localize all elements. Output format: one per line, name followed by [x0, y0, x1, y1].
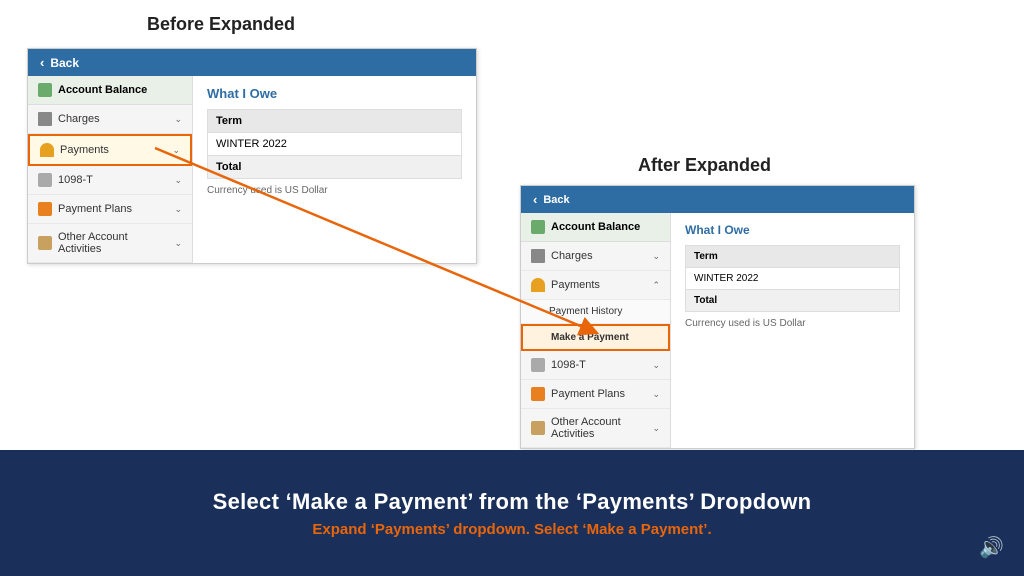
- plans-label: Payment Plans: [58, 203, 168, 215]
- chevron-down-icon-1098: ⌄: [174, 175, 182, 186]
- payments-icon-after: [531, 278, 545, 292]
- sidebar-item-charges-after[interactable]: Charges ⌄: [521, 242, 670, 271]
- sidebar-item-other-before[interactable]: Other Account Activities ⌄: [28, 224, 192, 263]
- account-balance-label: Account Balance: [58, 84, 147, 96]
- payments-label: Payments: [60, 144, 166, 156]
- what-i-owe-table-after: Term WINTER 2022 Total: [685, 245, 900, 312]
- what-i-owe-before: What I Owe: [207, 86, 462, 101]
- currency-note-after: Currency used is US Dollar: [685, 318, 900, 329]
- plans-icon: [38, 202, 52, 216]
- balance-icon-after: [531, 220, 545, 234]
- back-label-after: Back: [543, 194, 569, 206]
- bottom-title: Select ‘Make a Payment’ from the ‘Paymen…: [213, 489, 812, 515]
- chevron-down-icon-charges-after: ⌄: [652, 251, 660, 262]
- total-label: Total: [208, 156, 462, 179]
- term-header: Term: [208, 110, 462, 133]
- other-label: Other Account Activities: [58, 231, 168, 255]
- term-value: WINTER 2022: [208, 133, 462, 156]
- payments-icon: [40, 143, 54, 157]
- payments-label-after: Payments: [551, 279, 646, 291]
- speaker-icon[interactable]: 🔊: [979, 535, 1004, 560]
- 1098-label: 1098-T: [58, 174, 168, 186]
- make-a-payment-item[interactable]: Make a Payment: [521, 324, 670, 351]
- chevron-down-icon-other: ⌄: [174, 238, 182, 249]
- sidebar-item-1098-after[interactable]: 1098-T ⌄: [521, 351, 670, 380]
- currency-note-before: Currency used is US Dollar: [207, 185, 462, 196]
- payment-history-item[interactable]: Payment History: [521, 300, 670, 324]
- charges-label: Charges: [58, 113, 168, 125]
- 1098-icon: [38, 173, 52, 187]
- panel-body-before: Account Balance Charges ⌄ Payments ⌄: [28, 76, 476, 263]
- chevron-down-icon: ⌄: [174, 114, 182, 125]
- before-panel: ‹ Back Account Balance Charges ⌄: [27, 48, 477, 264]
- chevron-down-icon-plans-after: ⌄: [652, 389, 660, 400]
- after-heading: After Expanded: [638, 155, 771, 176]
- chevron-up-icon-payments-after: ⌃: [652, 280, 660, 291]
- charges-icon: [38, 112, 52, 126]
- chevron-down-icon-payments: ⌄: [172, 145, 180, 156]
- what-i-owe-after: What I Owe: [685, 223, 900, 237]
- back-arrow-icon-after: ‹: [533, 192, 537, 207]
- back-label-before: Back: [50, 56, 79, 70]
- balance-icon: [38, 83, 52, 97]
- sidebar-item-account-balance-before[interactable]: Account Balance: [28, 76, 192, 105]
- chevron-down-icon-1098-after: ⌄: [652, 360, 660, 371]
- top-area: Before Expanded After Expanded ‹ Back Ac…: [0, 0, 1024, 450]
- sidebar-after: Account Balance Charges ⌄ Payments ⌃ Pay…: [521, 213, 671, 448]
- 1098-label-after: 1098-T: [551, 359, 646, 371]
- sidebar-item-payments-before[interactable]: Payments ⌄: [28, 134, 192, 166]
- bottom-subtitle: Expand ‘Payments’ dropdown. Select ‘Make…: [312, 521, 711, 538]
- back-arrow-icon: ‹: [40, 55, 44, 70]
- sidebar-item-plans-after[interactable]: Payment Plans ⌄: [521, 380, 670, 409]
- other-icon: [38, 236, 52, 250]
- plans-icon-after: [531, 387, 545, 401]
- charges-label-after: Charges: [551, 250, 646, 262]
- bottom-bar: Select ‘Make a Payment’ from the ‘Paymen…: [0, 450, 1024, 576]
- term-header-after: Term: [686, 246, 900, 268]
- what-i-owe-table-before: Term WINTER 2022 Total: [207, 109, 462, 179]
- term-value-after: WINTER 2022: [686, 268, 900, 290]
- plans-label-after: Payment Plans: [551, 388, 646, 400]
- sidebar-item-plans-before[interactable]: Payment Plans ⌄: [28, 195, 192, 224]
- main-content-after: What I Owe Term WINTER 2022 Total Curren…: [671, 213, 914, 448]
- sidebar-item-account-balance-after[interactable]: Account Balance: [521, 213, 670, 242]
- back-bar-after[interactable]: ‹ Back: [521, 186, 914, 213]
- before-heading: Before Expanded: [147, 14, 295, 35]
- total-label-after: Total: [686, 290, 900, 312]
- charges-icon-after: [531, 249, 545, 263]
- account-balance-label-after: Account Balance: [551, 221, 640, 233]
- chevron-down-icon-other-after: ⌄: [652, 423, 660, 434]
- sidebar-before: Account Balance Charges ⌄ Payments ⌄: [28, 76, 193, 263]
- after-panel: ‹ Back Account Balance Charges ⌄: [520, 185, 915, 449]
- main-content-before: What I Owe Term WINTER 2022 Total Curren…: [193, 76, 476, 263]
- sidebar-item-payments-after[interactable]: Payments ⌃: [521, 271, 670, 300]
- other-icon-after: [531, 421, 545, 435]
- other-label-after: Other Account Activities: [551, 416, 646, 440]
- panel-body-after: Account Balance Charges ⌄ Payments ⌃ Pay…: [521, 213, 914, 448]
- sidebar-item-charges-before[interactable]: Charges ⌄: [28, 105, 192, 134]
- sidebar-item-1098-before[interactable]: 1098-T ⌄: [28, 166, 192, 195]
- 1098-icon-after: [531, 358, 545, 372]
- sidebar-item-other-after[interactable]: Other Account Activities ⌄: [521, 409, 670, 448]
- chevron-down-icon-plans: ⌄: [174, 204, 182, 215]
- back-bar-before[interactable]: ‹ Back: [28, 49, 476, 76]
